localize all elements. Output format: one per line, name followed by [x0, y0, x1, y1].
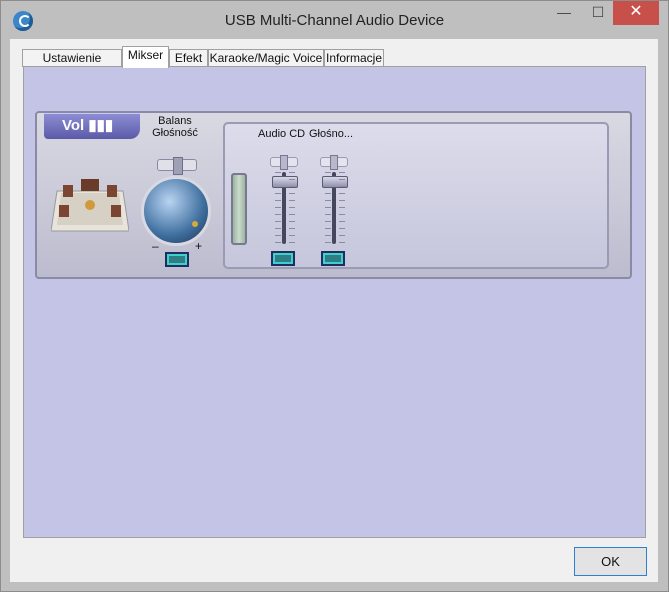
- volume-plus-label: +: [195, 239, 203, 253]
- tab-efekt[interactable]: Efekt: [169, 49, 208, 67]
- title-bar[interactable]: USB Multi-Channel Audio Device — ☐ ✕: [1, 1, 668, 39]
- master-volume-knob[interactable]: [141, 176, 211, 246]
- client-area: Ustawienie główne Mikser Efekt Karaoke/M…: [10, 39, 658, 582]
- mixer-panel: Vol ▮▮▮ Balans Głośność – + Audio CD Gło…: [23, 66, 646, 538]
- vu-meter: [231, 173, 247, 245]
- channel-volume-label: Głośno...: [309, 128, 354, 140]
- channel-mute-button-right[interactable]: [321, 251, 345, 266]
- balance-label: Balans: [158, 115, 192, 127]
- tab-karaoke[interactable]: Karaoke/Magic Voice: [208, 49, 324, 67]
- channel-right-balance-slider[interactable]: [320, 155, 348, 170]
- minimize-button[interactable]: —: [549, 1, 579, 25]
- channel-mute-button-left[interactable]: [271, 251, 295, 266]
- channel-left-balance-slider[interactable]: [270, 155, 298, 170]
- master-volume-label: Głośność: [152, 127, 198, 139]
- vol-badge-label: Vol: [62, 117, 85, 134]
- speaker-room-icon: [51, 179, 129, 232]
- master-balance-slider[interactable]: [157, 157, 197, 175]
- fader-ticks-left-2: [289, 172, 295, 244]
- maximize-button[interactable]: ☐: [583, 1, 613, 25]
- dialog-window: USB Multi-Channel Audio Device — ☐ ✕ Ust…: [0, 0, 669, 592]
- ok-button[interactable]: OK: [574, 547, 647, 576]
- knob-indicator: [192, 221, 198, 227]
- channel-left-balance-thumb[interactable]: [280, 155, 288, 170]
- mixer-strip: Vol ▮▮▮ Balans Głośność – + Audio CD Gło…: [35, 111, 632, 279]
- volume-minus-label: –: [152, 239, 159, 253]
- channel-right-balance-thumb[interactable]: [330, 155, 338, 170]
- master-balance-thumb[interactable]: [173, 157, 183, 175]
- tab-ustawienie-glowne[interactable]: Ustawienie główne: [22, 49, 122, 81]
- channel-name-label: Audio CD: [258, 128, 306, 140]
- fader-ticks-right-2: [339, 172, 345, 244]
- tab-informacje[interactable]: Informacje: [324, 49, 384, 67]
- tab-mikser[interactable]: Mikser: [122, 46, 169, 68]
- master-mute-button[interactable]: [165, 252, 189, 267]
- close-button[interactable]: ✕: [613, 1, 659, 25]
- vol-badge: Vol ▮▮▮: [44, 113, 140, 139]
- channel-panel: Audio CD Głośno...: [223, 122, 609, 269]
- volume-bars-icon: ▮▮▮: [88, 117, 114, 134]
